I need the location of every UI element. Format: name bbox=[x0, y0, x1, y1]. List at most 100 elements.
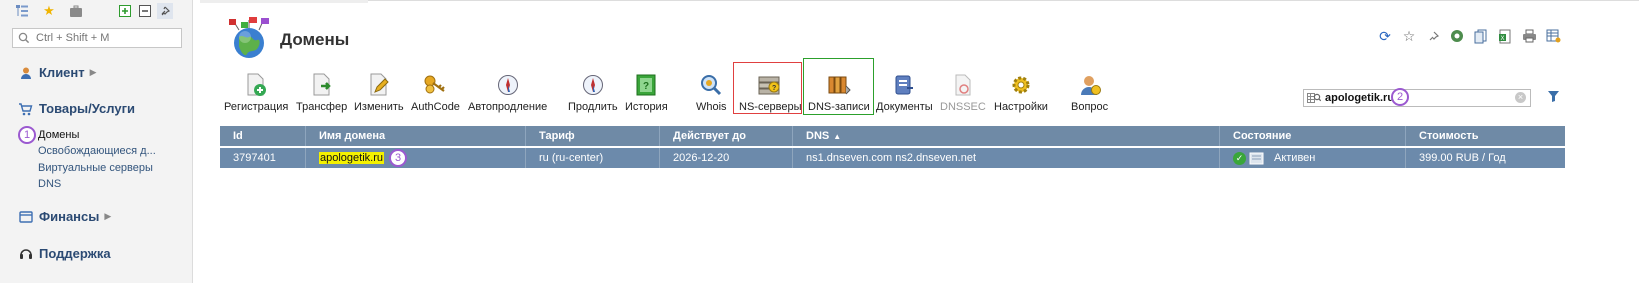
toolbar-documents-button[interactable]: Документы bbox=[876, 73, 933, 113]
toolbar-question-button[interactable]: Вопрос bbox=[1071, 73, 1108, 113]
history-icon: ? bbox=[634, 73, 658, 97]
svg-text:?: ? bbox=[643, 81, 649, 92]
toolbar-history-button[interactable]: ? История bbox=[625, 73, 668, 113]
chevron-right-icon: ▶ bbox=[89, 67, 97, 77]
sidebar-section-label: Поддержка bbox=[39, 246, 111, 261]
edit-icon bbox=[367, 73, 391, 97]
toolbar-dns-records-button[interactable]: DNS-записи bbox=[808, 73, 870, 113]
column-header-label: DNS bbox=[806, 130, 830, 142]
table-header: Id Имя домена Тариф Действует до DNS ▲ С… bbox=[220, 126, 1565, 146]
toolbar-label: Вопрос bbox=[1071, 101, 1109, 113]
refresh-icon[interactable]: ⟳ bbox=[1377, 28, 1393, 44]
sidebar-search-input[interactable] bbox=[34, 31, 178, 45]
sidebar-section-support[interactable]: Поддержка bbox=[18, 246, 111, 261]
toolbar-label: Трансфер bbox=[296, 101, 348, 113]
toolbar-dnssec-button[interactable]: DNSSEC bbox=[940, 73, 986, 113]
column-header-valid-until[interactable]: Действует до bbox=[660, 126, 793, 146]
finance-icon bbox=[18, 209, 33, 224]
briefcase-icon[interactable] bbox=[68, 3, 84, 19]
chevron-right-icon: ▶ bbox=[104, 211, 112, 221]
key-icon bbox=[423, 73, 447, 97]
compass-icon bbox=[496, 73, 520, 97]
expand-all-icon[interactable] bbox=[117, 3, 133, 19]
svg-text:?: ? bbox=[772, 85, 776, 92]
magnifier-icon bbox=[699, 73, 723, 97]
tree-view-icon[interactable] bbox=[14, 3, 30, 19]
table-settings-icon[interactable] bbox=[1545, 28, 1561, 44]
toolbar-ns-servers-button[interactable]: ? NS-серверы bbox=[739, 73, 802, 113]
toolbar-edit-button[interactable]: Изменить bbox=[354, 73, 404, 113]
documents-icon bbox=[892, 73, 916, 97]
cell-tariff: ru (ru-center) bbox=[526, 148, 660, 168]
sidebar-section-client[interactable]: Клиент ▶ bbox=[18, 65, 97, 80]
toolbar-transfer-button[interactable]: Трансфер bbox=[296, 73, 347, 113]
toolbar-label: Регистрация bbox=[224, 101, 289, 113]
sidebar-section-label: Товары/Услуги bbox=[39, 101, 135, 116]
column-header-domain[interactable]: Имя домена bbox=[306, 126, 526, 146]
top-divider bbox=[200, 0, 1639, 1]
gear-icon bbox=[1009, 73, 1033, 97]
sidebar-item-expiring-domains[interactable]: Освобождающиеся д... bbox=[38, 145, 156, 157]
toolbar-label: DNSSEC bbox=[940, 101, 986, 113]
sidebar-section-goods[interactable]: Товары/Услуги bbox=[18, 101, 135, 116]
column-header-dns[interactable]: DNS ▲ bbox=[793, 126, 1220, 146]
toolbar-label: AuthCode bbox=[411, 101, 460, 113]
sidebar-section-label: Финансы bbox=[39, 209, 100, 224]
main-panel: Домены ⟳ ☆ X Регистрация Трансфер Измени… bbox=[200, 0, 1639, 283]
sidebar-item-domains[interactable]: Домены bbox=[38, 129, 79, 141]
toolbar-label: Автопродление bbox=[468, 101, 548, 113]
cell-valid-until: 2026-12-20 bbox=[660, 148, 793, 168]
column-header-tariff[interactable]: Тариф bbox=[526, 126, 660, 146]
annotation-badge-1: 1 bbox=[18, 126, 36, 144]
headset-icon bbox=[18, 246, 33, 261]
toolbar-register-button[interactable]: Регистрация bbox=[224, 73, 288, 113]
toolbar-autorenew-button[interactable]: Автопродление bbox=[468, 73, 547, 113]
toolbar-settings-button[interactable]: Настройки bbox=[994, 73, 1048, 113]
dnssec-icon bbox=[951, 73, 975, 97]
transfer-icon bbox=[310, 73, 334, 97]
favorite-star-icon[interactable]: ☆ bbox=[1401, 28, 1417, 44]
toolbar-authcode-button[interactable]: AuthCode bbox=[411, 73, 460, 113]
pin-icon[interactable] bbox=[1425, 28, 1441, 44]
filter-value[interactable]: apologetik.ru bbox=[1325, 92, 1394, 104]
table-row[interactable]: 3797401 apologetik.ru 3 ru (ru-center) 2… bbox=[220, 148, 1565, 168]
quick-filter[interactable]: apologetik.ru × bbox=[1303, 89, 1531, 107]
page-title: Домены bbox=[280, 30, 350, 49]
sidebar-item-virtual-servers[interactable]: Виртуальные серверы bbox=[38, 162, 153, 174]
svg-text:X: X bbox=[1501, 36, 1505, 42]
cart-icon bbox=[18, 101, 33, 116]
export-excel-icon[interactable]: X bbox=[1497, 28, 1513, 44]
sidebar-section-finance[interactable]: Финансы ▶ bbox=[18, 209, 111, 224]
cell-domain: apologetik.ru 3 bbox=[306, 148, 526, 168]
status-text: Активен bbox=[1274, 152, 1316, 164]
search-icon bbox=[18, 32, 30, 44]
sidebar-top-icons: ★ bbox=[14, 2, 177, 20]
user-eye-icon[interactable] bbox=[1449, 28, 1465, 44]
column-header-id[interactable]: Id bbox=[220, 126, 306, 146]
client-icon bbox=[18, 65, 33, 80]
toolbar-label: NS-серверы bbox=[739, 101, 802, 113]
domain-name-highlight: apologetik.ru bbox=[319, 152, 384, 164]
column-header-status[interactable]: Состояние bbox=[1220, 126, 1406, 146]
status-active-icon: ✓ bbox=[1233, 151, 1246, 165]
print-icon[interactable] bbox=[1521, 28, 1537, 44]
toolbar-renew-button[interactable]: Продлить bbox=[568, 73, 618, 113]
dns-records-icon bbox=[827, 73, 851, 97]
copy-icon[interactable] bbox=[1473, 28, 1489, 44]
column-header-price[interactable]: Стоимость bbox=[1406, 126, 1565, 146]
annotation-badge-3: 3 bbox=[389, 149, 407, 167]
toolbar-label: Настройки bbox=[994, 101, 1048, 113]
cell-price: 399.00 RUB / Год bbox=[1419, 152, 1506, 164]
clear-filter-icon[interactable]: × bbox=[1515, 92, 1526, 103]
collapse-all-icon[interactable] bbox=[137, 3, 153, 19]
toolbar-label: Продлить bbox=[568, 101, 618, 113]
star-icon[interactable]: ★ bbox=[41, 3, 57, 19]
server-icon: ? bbox=[758, 73, 782, 97]
funnel-icon[interactable] bbox=[1547, 90, 1560, 103]
sidebar-search[interactable] bbox=[12, 28, 182, 48]
sidebar-item-dns[interactable]: DNS bbox=[38, 178, 61, 190]
annotation-badge-2: 2 bbox=[1391, 88, 1409, 106]
toolbar-whois-button[interactable]: Whois bbox=[696, 73, 727, 113]
pin-icon[interactable] bbox=[157, 3, 173, 19]
toolbar-label: Документы bbox=[876, 101, 933, 113]
